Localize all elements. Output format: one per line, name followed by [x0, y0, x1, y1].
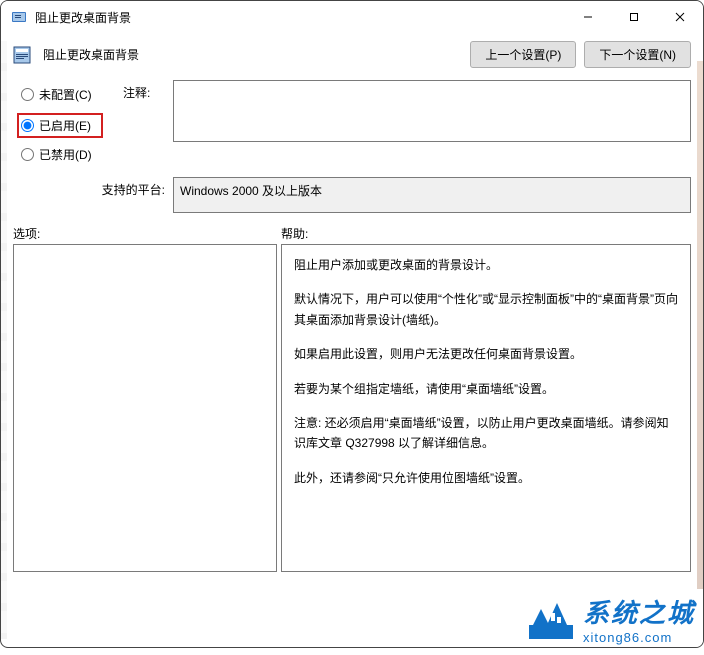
- supported-platform-label: 支持的平台:: [13, 177, 173, 198]
- help-text: 如果启用此设置，则用户无法更改任何桌面背景设置。: [294, 344, 678, 364]
- panels: 阻止用户添加或更改桌面的背景设计。 默认情况下，用户可以使用“个性化”或“显示控…: [1, 244, 703, 584]
- policy-name: 阻止更改桌面背景: [43, 46, 139, 63]
- app-icon: [11, 9, 27, 25]
- radio-input-disabled[interactable]: [21, 148, 34, 161]
- watermark-logo-icon: [527, 597, 575, 641]
- close-button[interactable]: [657, 1, 703, 33]
- next-setting-button[interactable]: 下一个设置(N): [584, 41, 691, 68]
- help-panel: 阻止用户添加或更改桌面的背景设计。 默认情况下，用户可以使用“个性化”或“显示控…: [281, 244, 691, 572]
- help-text: 若要为某个组指定墙纸，请使用“桌面墙纸”设置。: [294, 379, 678, 399]
- policy-icon: [13, 46, 31, 64]
- config-row: 未配置(C) 已启用(E) 已禁用(D) 注释:: [1, 80, 703, 173]
- decorative-strip: [1, 41, 7, 639]
- radio-disabled[interactable]: 已禁用(D): [21, 146, 123, 163]
- help-text: 阻止用户添加或更改桌面的背景设计。: [294, 255, 678, 275]
- window-title: 阻止更改桌面背景: [35, 9, 131, 26]
- comment-label: 注释:: [123, 80, 173, 101]
- watermark: 系统之城 xitong86.com: [519, 589, 703, 647]
- radio-label: 未配置(C): [39, 86, 92, 103]
- supported-platform-box: Windows 2000 及以上版本: [173, 177, 691, 213]
- previous-setting-button[interactable]: 上一个设置(P): [470, 41, 576, 68]
- radio-label: 已启用(E): [39, 117, 91, 134]
- comment-textarea[interactable]: [173, 80, 691, 142]
- dialog-window: 阻止更改桌面背景 阻止更改桌面背景 上一个设置(P) 下一个设置(N) 未配置(…: [0, 0, 704, 648]
- nav-buttons: 上一个设置(P) 下一个设置(N): [470, 41, 691, 68]
- options-panel: [13, 244, 277, 572]
- radio-input-not-configured[interactable]: [21, 88, 34, 101]
- window-controls: [565, 1, 703, 33]
- options-label: 选项:: [13, 225, 281, 242]
- toolbar: 阻止更改桌面背景 上一个设置(P) 下一个设置(N): [1, 33, 703, 80]
- radio-input-enabled[interactable]: [21, 119, 34, 132]
- watermark-text: 系统之城 xitong86.com: [583, 593, 695, 645]
- help-text: 注意: 还必须启用“桌面墙纸”设置，以防止用户更改桌面墙纸。请参阅知识库文章 Q…: [294, 413, 678, 454]
- section-labels: 选项: 帮助:: [1, 221, 703, 244]
- help-text: 默认情况下，用户可以使用“个性化”或“显示控制面板”中的“桌面背景”页向其桌面添…: [294, 289, 678, 330]
- comment-field-wrap: [173, 80, 691, 145]
- radio-enabled[interactable]: 已启用(E): [17, 113, 103, 138]
- radio-label: 已禁用(D): [39, 146, 92, 163]
- help-label: 帮助:: [281, 225, 308, 242]
- platform-row: 支持的平台: Windows 2000 及以上版本: [1, 173, 703, 221]
- titlebar: 阻止更改桌面背景: [1, 1, 703, 33]
- supported-platform-value: Windows 2000 及以上版本: [180, 184, 322, 198]
- radio-group: 未配置(C) 已启用(E) 已禁用(D): [13, 80, 123, 173]
- watermark-url: xitong86.com: [583, 630, 695, 645]
- help-text: 此外，还请参阅“只允许使用位图墙纸”设置。: [294, 468, 678, 488]
- radio-not-configured[interactable]: 未配置(C): [21, 86, 123, 103]
- minimize-button[interactable]: [565, 1, 611, 33]
- watermark-title: 系统之城: [583, 593, 695, 630]
- decorative-strip: [697, 61, 703, 621]
- maximize-button[interactable]: [611, 1, 657, 33]
